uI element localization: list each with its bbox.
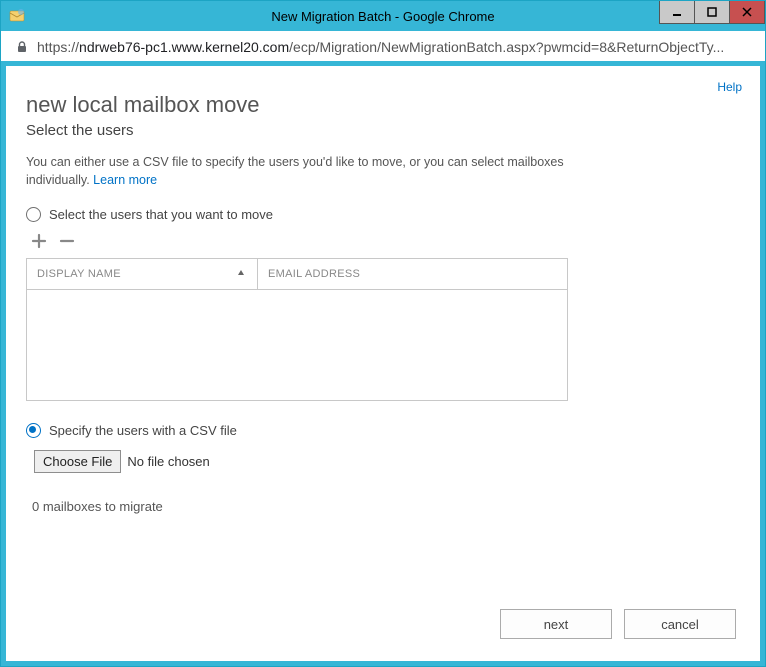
column-display-name[interactable]: DISPLAY NAME — [27, 259, 258, 289]
url-path: /ecp/Migration/NewMigrationBatch.aspx?pw… — [289, 39, 724, 55]
chrome-window: New Migration Batch - Google Chrome http… — [0, 0, 766, 667]
next-button[interactable]: next — [500, 609, 612, 639]
user-grid: DISPLAY NAME EMAIL ADDRESS — [26, 258, 568, 401]
radio-select-users[interactable] — [26, 207, 41, 222]
maximize-button[interactable] — [694, 1, 730, 24]
column-email-label: EMAIL ADDRESS — [268, 268, 360, 280]
cancel-button[interactable]: cancel — [624, 609, 736, 639]
url-host: ndrweb76-pc1.www.kernel20.com — [79, 39, 289, 55]
column-display-name-label: DISPLAY NAME — [37, 268, 121, 280]
file-chooser-row: Choose File No file chosen — [34, 450, 740, 473]
window-titlebar: New Migration Batch - Google Chrome — [1, 1, 765, 31]
column-email[interactable]: EMAIL ADDRESS — [258, 259, 567, 289]
remove-user-button[interactable] — [58, 232, 76, 250]
page-title: new local mailbox move — [26, 92, 740, 118]
url-protocol: https:// — [37, 39, 79, 55]
window-title: New Migration Batch - Google Chrome — [1, 9, 765, 24]
radio-csv[interactable] — [26, 423, 41, 438]
option-csv[interactable]: Specify the users with a CSV file — [26, 423, 740, 438]
app-icon — [9, 8, 25, 24]
minimize-button[interactable] — [659, 1, 695, 24]
wizard-footer: next cancel — [26, 603, 740, 649]
window-controls — [660, 1, 765, 23]
page-description: You can either use a CSV file to specify… — [26, 153, 586, 189]
grid-body[interactable] — [27, 290, 567, 400]
choose-file-button[interactable]: Choose File — [34, 450, 121, 473]
lock-icon — [15, 40, 29, 54]
user-grid-toolbar — [30, 232, 740, 250]
mailbox-count-status: 0 mailboxes to migrate — [32, 499, 740, 514]
address-bar[interactable]: https://ndrweb76-pc1.www.kernel20.com/ec… — [5, 33, 761, 61]
sort-asc-icon — [237, 268, 245, 280]
option-select-users[interactable]: Select the users that you want to move — [26, 207, 740, 222]
add-user-button[interactable] — [30, 232, 48, 250]
content-frame: Help new local mailbox move Select the u… — [1, 61, 765, 666]
grid-header: DISPLAY NAME EMAIL ADDRESS — [27, 259, 567, 290]
file-name-label: No file chosen — [127, 454, 209, 469]
page-content: Help new local mailbox move Select the u… — [6, 66, 760, 661]
learn-more-link[interactable]: Learn more — [93, 173, 157, 187]
option-select-users-label: Select the users that you want to move — [49, 207, 273, 222]
page-subtitle: Select the users — [26, 122, 740, 139]
close-button[interactable] — [729, 1, 765, 24]
url-text: https://ndrweb76-pc1.www.kernel20.com/ec… — [37, 39, 751, 55]
help-link[interactable]: Help — [717, 80, 742, 94]
option-csv-label: Specify the users with a CSV file — [49, 423, 237, 438]
